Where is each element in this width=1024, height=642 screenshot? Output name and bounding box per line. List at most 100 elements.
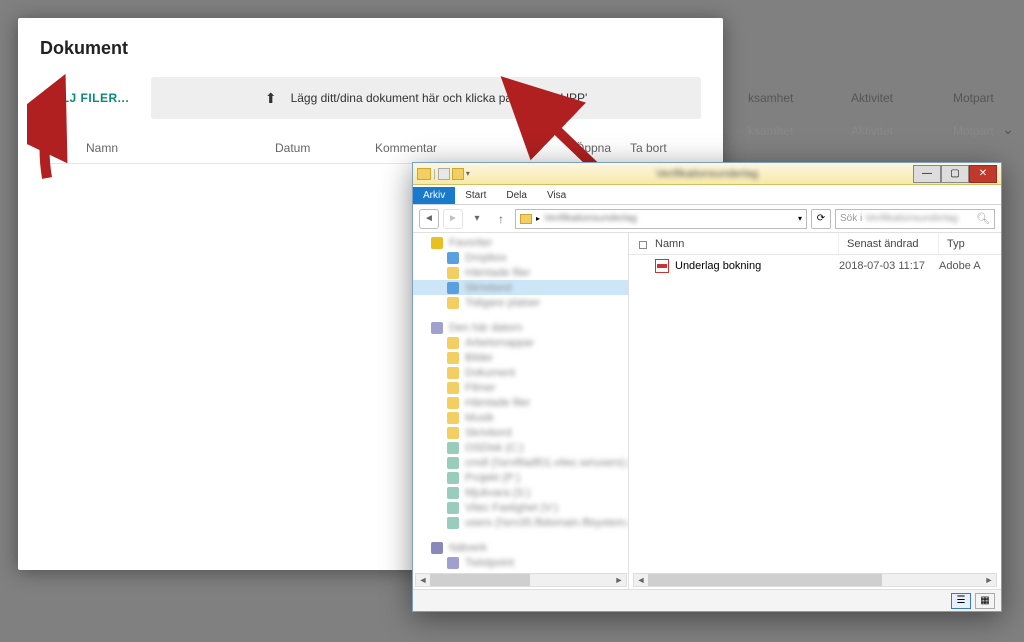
- search-input[interactable]: Sök i Verifikationsunderlag 🔍︎: [835, 209, 995, 229]
- tree-horizontal-scrollbar[interactable]: ◄ ►: [415, 573, 627, 587]
- tree-pc-item[interactable]: OSDisk (C:): [413, 440, 628, 455]
- document-table-header: Namn Datum Kommentar Öppna Ta bort: [40, 133, 701, 164]
- tree-pc-item[interactable]: Bilder: [413, 350, 628, 365]
- network-icon: [431, 542, 443, 554]
- view-details-button[interactable]: ☰: [951, 593, 971, 609]
- folder-icon: [417, 168, 431, 180]
- file-name: Underlag bokning: [675, 260, 761, 272]
- nav-back-button[interactable]: ◄: [419, 209, 439, 229]
- network-drive-icon: [447, 487, 459, 499]
- folder-icon: [447, 352, 459, 364]
- network-drive-icon: [447, 472, 459, 484]
- col-datum: Datum: [275, 141, 375, 155]
- folder-icon: [447, 267, 459, 279]
- tree-pc-item[interactable]: Skrivbord: [413, 425, 628, 440]
- folder-icon: [447, 367, 459, 379]
- tree-fav-item[interactable]: Hämtade filer: [413, 265, 628, 280]
- scroll-right-icon[interactable]: ►: [612, 575, 626, 585]
- tab-dela[interactable]: Dela: [496, 187, 537, 204]
- tree-thispc[interactable]: Den här datorn: [413, 320, 628, 335]
- tree-fav-item[interactable]: Dropbox: [413, 250, 628, 265]
- tree-pc-item[interactable]: Dokument: [413, 365, 628, 380]
- qat-properties-icon[interactable]: [438, 168, 450, 180]
- explorer-titlebar[interactable]: | ▾ Verifikationsunderlag — ▢ ✕: [413, 163, 1001, 185]
- file-list-header: Namn Senast ändrad Typ: [629, 233, 1001, 255]
- tree-fav-item-selected[interactable]: Skrivbord: [413, 280, 628, 295]
- address-bar[interactable]: ▸ Verifikationsunderlag ▾: [515, 209, 807, 229]
- file-type: Adobe A: [939, 260, 999, 272]
- scroll-thumb[interactable]: [648, 574, 882, 586]
- bg-col-aktivitet: Aktivitet: [821, 85, 922, 115]
- list-col-typ[interactable]: Typ: [939, 233, 999, 254]
- path-text: Verifikationsunderlag: [544, 213, 637, 224]
- pc-icon: [447, 557, 459, 569]
- file-modified: 2018-07-03 11:17: [839, 260, 939, 272]
- folder-icon: [447, 297, 459, 309]
- tab-visa[interactable]: Visa: [537, 187, 576, 204]
- tab-arkiv[interactable]: Arkiv: [413, 187, 455, 204]
- bg-col-ksamhet: ksamhet: [720, 85, 821, 115]
- search-scope: Verifikationsunderlag: [865, 213, 958, 224]
- list-horizontal-scrollbar[interactable]: ◄ ►: [633, 573, 997, 587]
- bg-sub-aktivitet: Aktivitet: [821, 118, 922, 144]
- search-icon: 🔍︎: [976, 212, 990, 225]
- tree-pc-item[interactable]: users (\\srv35.fltdomain.fltsystem.se) (…: [413, 515, 628, 530]
- minimize-button[interactable]: —: [913, 165, 941, 183]
- tree-pc-item[interactable]: Projekt (P:): [413, 470, 628, 485]
- close-button[interactable]: ✕: [969, 165, 997, 183]
- nav-forward-button[interactable]: ►: [443, 209, 463, 229]
- tree-net-item[interactable]: Twistpoint: [413, 555, 628, 570]
- list-col-andrad[interactable]: Senast ändrad: [839, 233, 939, 254]
- tree-pc-item[interactable]: Mjukvara (S:): [413, 485, 628, 500]
- folder-tree[interactable]: Favoriter Dropbox Hämtade filer Skrivbor…: [413, 233, 629, 589]
- scroll-right-icon[interactable]: ►: [982, 574, 996, 586]
- nav-up-button[interactable]: ↑: [491, 209, 511, 229]
- scroll-left-icon[interactable]: ◄: [634, 574, 648, 586]
- col-namn: Namn: [40, 141, 275, 155]
- path-dropdown-icon[interactable]: ▾: [798, 214, 802, 223]
- tree-pc-item[interactable]: cmdl (\\srvfiladf01.vitec.se\users) (H:): [413, 455, 628, 470]
- explorer-nav: ◄ ► ▾ ↑ ▸ Verifikationsunderlag ▾ ⟳ Sök …: [413, 205, 1001, 233]
- nav-history-dropdown[interactable]: ▾: [467, 209, 487, 229]
- desktop-icon: [447, 282, 459, 294]
- file-row[interactable]: Underlag bokning 2018-07-03 11:17 Adobe …: [629, 255, 1001, 277]
- view-large-icons-button[interactable]: ▦: [975, 593, 995, 609]
- file-explorer-window: | ▾ Verifikationsunderlag — ▢ ✕ Arkiv St…: [412, 162, 1002, 612]
- col-tabort: Ta bort: [630, 141, 685, 155]
- ribbon-tabs: Arkiv Start Dela Visa: [413, 185, 1001, 205]
- col-kommentar: Kommentar: [375, 141, 575, 155]
- explorer-window-title: Verifikationsunderlag: [656, 168, 758, 180]
- qat-separator: |: [433, 168, 436, 180]
- folder-icon: [447, 427, 459, 439]
- tree-pc-item[interactable]: Filmer: [413, 380, 628, 395]
- maximize-button[interactable]: ▢: [941, 165, 969, 183]
- tree-pc-item[interactable]: Hämtade filer: [413, 395, 628, 410]
- network-drive-icon: [447, 457, 459, 469]
- drive-icon: [447, 442, 459, 454]
- qat-dropdown-icon[interactable]: ▾: [466, 169, 470, 178]
- path-folder-icon: [520, 214, 532, 224]
- tree-pc-item[interactable]: Musik: [413, 410, 628, 425]
- tree-pc-item[interactable]: Vitec Fastighet (V:): [413, 500, 628, 515]
- bg-col-motpart: Motpart: [923, 85, 1024, 115]
- tree-pc-item[interactable]: Arbetsmappar: [413, 335, 628, 350]
- expand-chevron-icon[interactable]: ⌄: [1002, 121, 1014, 138]
- qat-newfolder-icon[interactable]: [452, 168, 464, 180]
- file-list: Namn Senast ändrad Typ Underlag bokning …: [629, 233, 1001, 589]
- tree-favorites[interactable]: Favoriter: [413, 235, 628, 250]
- scroll-left-icon[interactable]: ◄: [416, 575, 430, 585]
- folder-icon: [447, 252, 459, 264]
- tree-network[interactable]: Nätverk: [413, 540, 628, 555]
- tree-fav-item[interactable]: Tidigare platser: [413, 295, 628, 310]
- choose-files-button[interactable]: VÄLJ FILER...: [40, 81, 133, 115]
- network-drive-icon: [447, 517, 459, 529]
- file-dropzone[interactable]: ⬆︎ Lägg ditt/dina dokument här och klick…: [151, 77, 701, 119]
- dropzone-hint: Lägg ditt/dina dokument här och klicka p…: [291, 91, 588, 105]
- path-separator-icon: ▸: [536, 214, 540, 223]
- tab-start[interactable]: Start: [455, 187, 496, 204]
- list-col-namn[interactable]: Namn: [629, 233, 839, 254]
- refresh-button[interactable]: ⟳: [811, 209, 831, 229]
- scroll-thumb[interactable]: [430, 574, 530, 586]
- folder-icon: [447, 412, 459, 424]
- network-drive-icon: [447, 502, 459, 514]
